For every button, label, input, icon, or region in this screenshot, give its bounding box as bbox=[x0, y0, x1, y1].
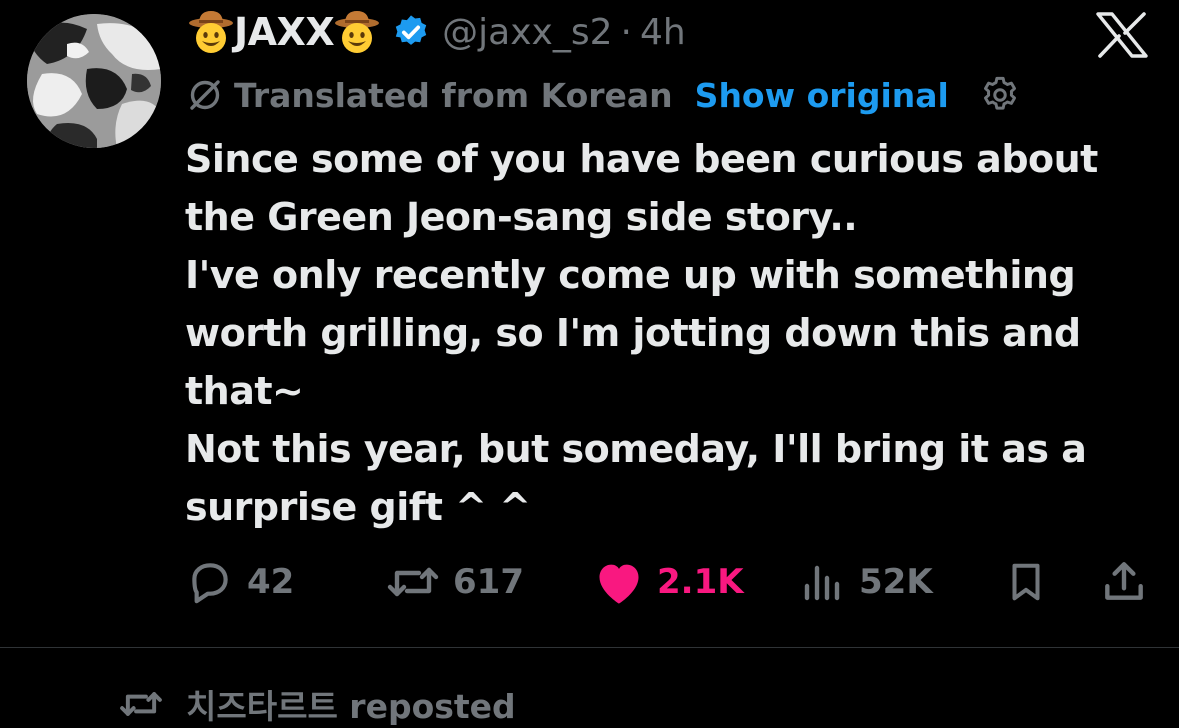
tweet-divider bbox=[0, 647, 1179, 648]
cowboy-face-emoji bbox=[188, 9, 234, 55]
tweet-text-line: that~ bbox=[185, 369, 304, 413]
action-bar: 42 617 2.1K 52K bbox=[185, 552, 1150, 612]
bookmark-icon bbox=[1003, 557, 1049, 607]
views-button[interactable]: 52K bbox=[801, 552, 933, 612]
like-heart-icon bbox=[593, 558, 645, 606]
x-logo-icon[interactable] bbox=[1096, 12, 1148, 58]
reply-count: 42 bbox=[247, 562, 295, 602]
display-name[interactable]: JAXX bbox=[188, 9, 380, 55]
translate-icon bbox=[186, 76, 224, 114]
user-handle[interactable]: @jaxx_s2 bbox=[442, 12, 612, 53]
tweet-text-line: Not this year, but someday, I'll bring i… bbox=[185, 427, 1087, 471]
tweet[interactable]: JAXX @jaxx_s2 · 4h Translated from Korea… bbox=[0, 0, 1179, 648]
share-icon bbox=[1099, 557, 1149, 607]
tweet-text-line: worth grilling, so I'm jotting down this… bbox=[185, 311, 1081, 355]
tweet-text-line: Since some of you have been curious abou… bbox=[185, 137, 1098, 181]
reposted-by-label: 치즈타르트 reposted bbox=[186, 687, 516, 726]
like-button[interactable]: 2.1K bbox=[593, 552, 744, 612]
reply-icon bbox=[185, 557, 235, 607]
avatar[interactable] bbox=[27, 14, 161, 148]
translated-label: Translated from Korean bbox=[234, 75, 673, 115]
cowboy-face-emoji bbox=[334, 9, 380, 55]
tweet-header: JAXX @jaxx_s2 · 4h bbox=[188, 6, 686, 58]
repost-count: 617 bbox=[453, 562, 524, 602]
show-original-link[interactable]: Show original bbox=[695, 76, 949, 115]
tweet-text: Since some of you have been curious abou… bbox=[185, 130, 1145, 536]
post-time[interactable]: 4h bbox=[640, 12, 686, 53]
repost-icon bbox=[118, 684, 164, 724]
display-name-text: JAXX bbox=[234, 10, 335, 54]
view-count: 52K bbox=[859, 562, 933, 602]
tweet-text-line: surprise gift ^ ^ bbox=[185, 485, 531, 529]
views-icon bbox=[801, 557, 847, 607]
repost-context[interactable]: 치즈타르트 reposted bbox=[118, 680, 516, 728]
share-button[interactable] bbox=[1099, 552, 1149, 612]
like-count: 2.1K bbox=[657, 562, 744, 602]
repost-icon bbox=[385, 557, 441, 607]
reply-button[interactable]: 42 bbox=[185, 552, 294, 612]
tweet-text-line: the Green Jeon-sang side story.. bbox=[185, 195, 858, 239]
meta-separator: · bbox=[620, 11, 632, 53]
translation-row: Translated from Korean Show original bbox=[186, 70, 1021, 120]
gear-icon[interactable] bbox=[979, 74, 1021, 116]
bookmark-button[interactable] bbox=[1003, 552, 1049, 612]
repost-button[interactable]: 617 bbox=[385, 552, 524, 612]
tweet-text-line: I've only recently come up with somethin… bbox=[185, 253, 1076, 297]
verified-badge-icon[interactable] bbox=[392, 13, 430, 51]
